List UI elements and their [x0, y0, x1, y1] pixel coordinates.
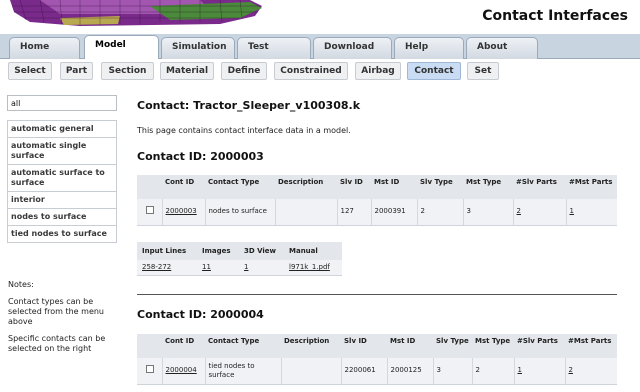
- subtab-define[interactable]: Define: [221, 62, 267, 80]
- sidebar-item-interior[interactable]: interior: [8, 192, 116, 209]
- table-row: 258-272 11 1 l971k_1.pdf: [137, 260, 342, 276]
- tab-about[interactable]: About: [466, 37, 538, 59]
- notes-text: Contact types can be selected from the m…: [8, 297, 104, 326]
- subtab-part[interactable]: Part: [60, 62, 93, 80]
- table-header-row: Input Lines Images 3D View Manual: [137, 242, 342, 260]
- contact-table: Cont ID Contact Type Description Slv ID …: [137, 334, 617, 385]
- column-header: Description: [275, 175, 337, 199]
- column-header: 3D View: [239, 242, 284, 260]
- column-header: Contact Type: [205, 334, 281, 358]
- subtab-section[interactable]: Section: [101, 62, 154, 80]
- column-header: Manual: [284, 242, 342, 260]
- contact-type-search-input[interactable]: all: [7, 95, 117, 111]
- sidebar-item-automatic-general[interactable]: automatic general: [8, 121, 116, 138]
- column-header: Images: [197, 242, 239, 260]
- sidebar-item-nodes-to-surface[interactable]: nodes to surface: [8, 209, 116, 226]
- table-row: 2000004 tied nodes to surface 2200061 20…: [137, 358, 617, 385]
- sidebar: all automatic general automatic single s…: [0, 86, 125, 392]
- description-cell: [274, 199, 337, 226]
- tab-download[interactable]: Download: [313, 37, 392, 59]
- column-header: #Mst Parts: [565, 334, 617, 358]
- table-header-row: Cont ID Contact Type Description Slv ID …: [137, 334, 617, 358]
- sidebar-item-automatic-surface-to-surface[interactable]: automatic surface to surface: [8, 165, 116, 192]
- page-title: Contact: Tractor_Sleeper_v100308.k: [137, 99, 361, 112]
- row-checkbox[interactable]: [146, 206, 154, 215]
- column-header: Mst Type: [472, 334, 514, 358]
- mst-type-cell: 2: [471, 358, 514, 385]
- tab-model[interactable]: Model: [84, 35, 159, 60]
- slv-id-cell: 2200061: [340, 358, 387, 385]
- column-header: Contact Type: [205, 175, 275, 199]
- slv-id-cell: 127: [336, 199, 371, 226]
- column-header: #Slv Parts: [513, 175, 566, 199]
- page-intro: This page contains contact interface dat…: [137, 126, 351, 135]
- notes-title: Notes:: [8, 280, 34, 289]
- main-content: Contact: Tractor_Sleeper_v100308.k This …: [137, 86, 640, 392]
- column-header: Slv Type: [433, 334, 472, 358]
- cont-id-link[interactable]: 2000003: [166, 207, 197, 215]
- 3d-view-link[interactable]: 1: [244, 263, 248, 271]
- manual-link[interactable]: l971k_1.pdf: [289, 263, 330, 271]
- input-lines-link[interactable]: 258-272: [142, 263, 171, 271]
- column-header: Slv ID: [337, 175, 371, 199]
- contact-type-cell: nodes to surface: [204, 199, 275, 226]
- sidebar-item-tied-nodes-to-surface[interactable]: tied nodes to surface: [8, 226, 116, 242]
- tab-help[interactable]: Help: [394, 37, 464, 59]
- notes-text: Specific contacts can be selected on the…: [8, 334, 106, 353]
- mst-id-cell: 2000125: [386, 358, 433, 385]
- column-header: Slv Type: [417, 175, 463, 199]
- subtab-material[interactable]: Material: [160, 62, 214, 80]
- slv-parts-link[interactable]: 1: [518, 366, 522, 374]
- subtab-airbag[interactable]: Airbag: [355, 62, 401, 80]
- contact-heading: Contact ID: 2000004: [137, 308, 264, 321]
- mst-type-cell: 3: [462, 199, 513, 226]
- contact-type-cell: tied nodes to surface: [204, 358, 281, 385]
- column-header: Input Lines: [137, 242, 197, 260]
- cont-id-link[interactable]: 2000004: [166, 366, 197, 374]
- row-checkbox[interactable]: [146, 365, 154, 374]
- column-header: Slv ID: [341, 334, 387, 358]
- page-header-title: Contact Interfaces: [482, 8, 628, 24]
- subtab-select[interactable]: Select: [8, 62, 52, 80]
- column-header: #Slv Parts: [514, 334, 565, 358]
- contact-info-table: Input Lines Images 3D View Manual 258-27…: [137, 242, 342, 276]
- column-header: #Mst Parts: [566, 175, 617, 199]
- images-link[interactable]: 11: [202, 263, 211, 271]
- row-checkbox-cell: [137, 358, 162, 385]
- section-divider: [137, 294, 617, 295]
- sidebar-item-automatic-single-surface[interactable]: automatic single surface: [8, 138, 116, 165]
- column-header: Mst ID: [387, 334, 433, 358]
- mst-id-cell: 2000391: [370, 199, 417, 226]
- header-banner: Contact Interfaces: [0, 0, 640, 36]
- table-row: 2000003 nodes to surface 127 2000391 2 3…: [137, 199, 617, 226]
- mst-parts-link[interactable]: 1: [570, 207, 574, 215]
- tab-home[interactable]: Home: [9, 37, 80, 59]
- subtab-constrained[interactable]: Constrained: [274, 62, 348, 80]
- slv-type-cell: 3: [432, 358, 472, 385]
- main-nav-tabs: Home Model Simulation Test Download Help…: [0, 34, 640, 60]
- contact-table: Cont ID Contact Type Description Slv ID …: [137, 175, 617, 226]
- mst-parts-link[interactable]: 2: [569, 366, 573, 374]
- column-header: Description: [281, 334, 341, 358]
- slv-type-cell: 2: [416, 199, 463, 226]
- description-cell: [280, 358, 341, 385]
- column-header: Cont ID: [162, 175, 205, 199]
- column-header: Mst ID: [371, 175, 417, 199]
- truck-mesh-image: [0, 0, 300, 30]
- tab-simulation[interactable]: Simulation: [161, 37, 235, 59]
- contact-heading: Contact ID: 2000003: [137, 150, 264, 163]
- subtab-set[interactable]: Set: [467, 62, 499, 80]
- table-header-row: Cont ID Contact Type Description Slv ID …: [137, 175, 617, 199]
- column-header: [137, 334, 162, 358]
- sidebar-notes: Notes: Contact types can be selected fro…: [8, 280, 120, 361]
- column-header: Mst Type: [463, 175, 513, 199]
- column-header: Cont ID: [162, 334, 205, 358]
- column-header: [137, 175, 162, 199]
- slv-parts-link[interactable]: 2: [517, 207, 521, 215]
- tab-test[interactable]: Test: [237, 37, 311, 59]
- contact-type-menu: automatic general automatic single surfa…: [7, 120, 117, 243]
- subtab-contact[interactable]: Contact: [407, 62, 461, 80]
- row-checkbox-cell: [137, 199, 162, 226]
- model-sub-nav: Select Part Section Material Define Cons…: [0, 59, 640, 86]
